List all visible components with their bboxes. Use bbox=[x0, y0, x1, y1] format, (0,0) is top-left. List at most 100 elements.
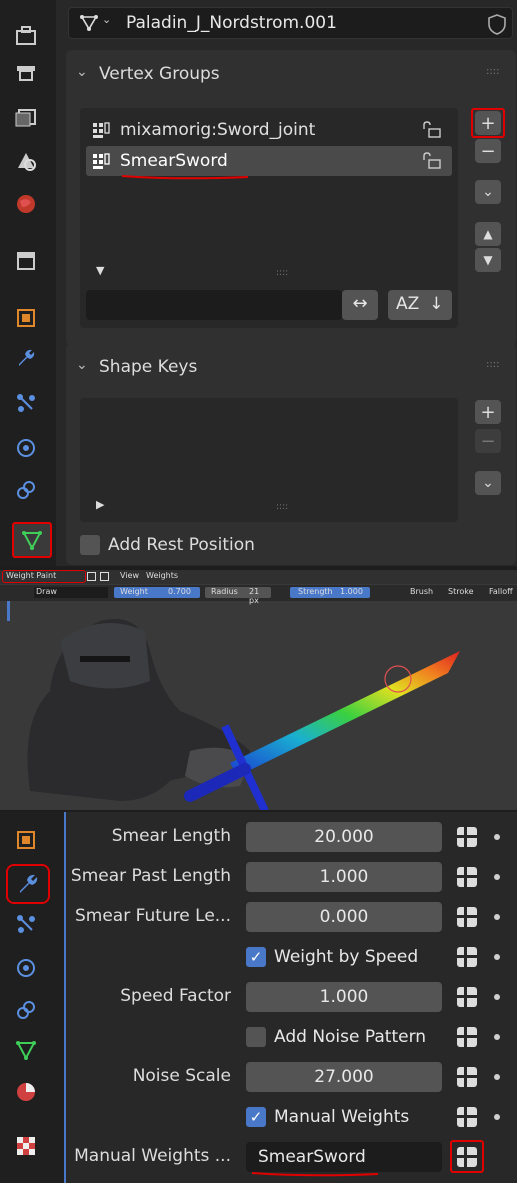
specials-menu-chevron-icon[interactable]: ⌄ bbox=[475, 180, 501, 204]
smear-past-length-field[interactable]: 1.000 bbox=[246, 862, 442, 892]
invert-filter-icon[interactable]: ↔ bbox=[342, 290, 378, 320]
vertex-group-field[interactable]: SmearSword bbox=[246, 1142, 442, 1172]
keyframe-diamond-icon[interactable] bbox=[456, 1066, 478, 1088]
add-noise-pattern-label: Add Noise Pattern bbox=[274, 1027, 427, 1047]
animate-dot-icon[interactable] bbox=[494, 834, 500, 840]
object-data-tab-icon[interactable] bbox=[10, 1034, 42, 1066]
fake-user-shield-icon[interactable] bbox=[487, 13, 507, 35]
weight-by-speed-checkbox[interactable]: ✓ Weight by Speed bbox=[246, 945, 418, 969]
smear-future-length-field[interactable]: 0.000 bbox=[246, 902, 442, 932]
filter-toggle-icon[interactable]: ▼ bbox=[96, 264, 104, 277]
noise-scale-field[interactable]: 27.000 bbox=[246, 1062, 442, 1092]
animate-dot-icon[interactable] bbox=[494, 1074, 500, 1080]
collection-tab-icon[interactable] bbox=[10, 245, 42, 277]
list-resize-handle-icon[interactable]: :::: bbox=[276, 268, 288, 278]
particles-tab-icon[interactable] bbox=[10, 908, 42, 940]
checkmark-icon[interactable]: ✓ bbox=[246, 1107, 266, 1127]
add-rest-position-checkbox[interactable]: Add Rest Position bbox=[80, 535, 255, 555]
object-data-name: Paladin_J_Nordstrom.001 bbox=[126, 13, 337, 33]
vertex-group-label: SmearSword bbox=[120, 151, 228, 171]
move-down-button[interactable]: ▼ bbox=[475, 248, 501, 272]
add-rest-position-label: Add Rest Position bbox=[108, 535, 255, 555]
add-noise-pattern-checkbox[interactable]: Add Noise Pattern bbox=[246, 1025, 426, 1049]
brush-name-field[interactable]: Draw bbox=[34, 587, 108, 598]
physics-tab-icon[interactable] bbox=[10, 432, 42, 464]
mask-toggle-icon[interactable] bbox=[87, 572, 96, 581]
smear-length-field[interactable]: 20.000 bbox=[246, 822, 442, 852]
remove-vertex-group-button[interactable]: − bbox=[475, 139, 501, 163]
list-resize-handle-icon[interactable]: :::: bbox=[276, 502, 288, 512]
mesh-data-icon[interactable] bbox=[79, 14, 101, 32]
falloff-dropdown[interactable]: Falloff bbox=[489, 587, 513, 596]
shape-keys-header[interactable]: Shape Keys bbox=[99, 357, 197, 377]
weight-field[interactable]: Weight 0.700 bbox=[114, 587, 200, 598]
constraints-tab-icon[interactable] bbox=[10, 994, 42, 1026]
speed-factor-field[interactable]: 1.000 bbox=[246, 982, 442, 1012]
lock-open-icon[interactable] bbox=[422, 121, 442, 139]
collapse-chevron-icon[interactable]: ⌄ bbox=[76, 64, 88, 80]
mode-selector[interactable]: Weight Paint bbox=[6, 571, 56, 580]
brush-dropdown[interactable]: Brush bbox=[410, 587, 433, 596]
vertex-groups-header[interactable]: Vertex Groups bbox=[99, 64, 220, 84]
animate-dot-icon[interactable] bbox=[494, 874, 500, 880]
vertex-group-row[interactable]: mixamorig:Sword_joint bbox=[86, 115, 452, 145]
tool-tab-icon[interactable] bbox=[10, 20, 42, 52]
specials-menu-chevron-icon[interactable]: ⌄ bbox=[475, 471, 501, 495]
properties-tabs-sidebar bbox=[0, 0, 56, 566]
collapse-chevron-icon[interactable]: ⌄ bbox=[76, 357, 88, 373]
animate-dot-icon[interactable] bbox=[494, 1034, 500, 1040]
animate-dot-icon[interactable] bbox=[494, 1114, 500, 1120]
keyframe-diamond-icon[interactable] bbox=[456, 866, 478, 888]
view-layer-tab-icon[interactable] bbox=[10, 145, 42, 177]
view-menu[interactable]: View bbox=[120, 571, 139, 580]
filter-toggle-icon[interactable]: ▶ bbox=[96, 498, 104, 511]
animate-dot-icon[interactable] bbox=[494, 994, 500, 1000]
vertex-select-toggle-icon[interactable] bbox=[100, 572, 109, 581]
object-tab-icon[interactable] bbox=[10, 302, 42, 334]
vertex-group-icon bbox=[93, 122, 110, 138]
panel-drag-handle-icon[interactable]: :::: bbox=[486, 359, 499, 370]
texture-tab-icon[interactable] bbox=[10, 1130, 42, 1162]
filter-input[interactable] bbox=[86, 290, 342, 320]
stroke-dropdown[interactable]: Stroke bbox=[448, 587, 474, 596]
animate-dot-icon[interactable] bbox=[494, 954, 500, 960]
keyframe-diamond-icon[interactable] bbox=[456, 906, 478, 928]
modifier-wrench-icon[interactable] bbox=[10, 342, 42, 374]
output-tab-icon[interactable] bbox=[10, 102, 42, 134]
material-tab-icon[interactable] bbox=[10, 1076, 42, 1108]
animate-dot-icon[interactable] bbox=[494, 914, 500, 920]
keyframe-diamond-icon[interactable] bbox=[456, 986, 478, 1008]
radius-field[interactable]: Radius 21 px bbox=[205, 587, 271, 605]
constraints-tab-icon[interactable] bbox=[10, 474, 42, 506]
checkbox-box[interactable] bbox=[80, 535, 100, 555]
weight-paint-viewport[interactable]: Weight Paint View Weights Draw Weight 0.… bbox=[0, 570, 517, 810]
chevron-down-icon[interactable]: ⌄ bbox=[102, 13, 111, 26]
object-data-tab-icon[interactable] bbox=[12, 522, 52, 558]
sort-button[interactable]: AZ ↓ bbox=[388, 290, 452, 320]
keyframe-diamond-icon[interactable] bbox=[456, 946, 478, 968]
object-data-name-field[interactable]: ⌄ Paladin_J_Nordstrom.001 bbox=[68, 7, 513, 39]
render-tab-icon[interactable] bbox=[10, 57, 42, 89]
invert-vertex-group-icon[interactable] bbox=[456, 1146, 478, 1168]
remove-shape-key-button[interactable]: − bbox=[475, 429, 501, 453]
add-shape-key-button[interactable]: + bbox=[475, 400, 501, 424]
add-vertex-group-button[interactable]: + bbox=[475, 111, 501, 135]
keyframe-diamond-icon[interactable] bbox=[456, 1026, 478, 1048]
checkmark-icon[interactable]: ✓ bbox=[246, 947, 266, 967]
properties-tabs-sidebar bbox=[0, 812, 64, 1183]
panel-drag-handle-icon[interactable]: :::: bbox=[486, 66, 499, 77]
lock-open-icon[interactable] bbox=[422, 152, 442, 170]
physics-tab-icon[interactable] bbox=[10, 952, 42, 984]
shape-keys-panel: ⌄ Shape Keys :::: ▶ :::: + − ⌄ Add Rest … bbox=[66, 343, 516, 565]
manual-weights-checkbox[interactable]: ✓ Manual Weights bbox=[246, 1105, 409, 1129]
weights-menu[interactable]: Weights bbox=[146, 571, 178, 580]
strength-field[interactable]: Strength 1.000 bbox=[290, 587, 370, 598]
keyframe-diamond-icon[interactable] bbox=[456, 826, 478, 848]
world-tab-icon[interactable] bbox=[10, 188, 42, 220]
keyframe-diamond-icon[interactable] bbox=[456, 1106, 478, 1128]
modifier-wrench-icon[interactable] bbox=[6, 864, 50, 904]
particles-tab-icon[interactable] bbox=[10, 387, 42, 419]
object-tab-icon[interactable] bbox=[10, 824, 42, 856]
checkbox-box[interactable] bbox=[246, 1027, 266, 1047]
move-up-button[interactable]: ▲ bbox=[475, 222, 501, 246]
